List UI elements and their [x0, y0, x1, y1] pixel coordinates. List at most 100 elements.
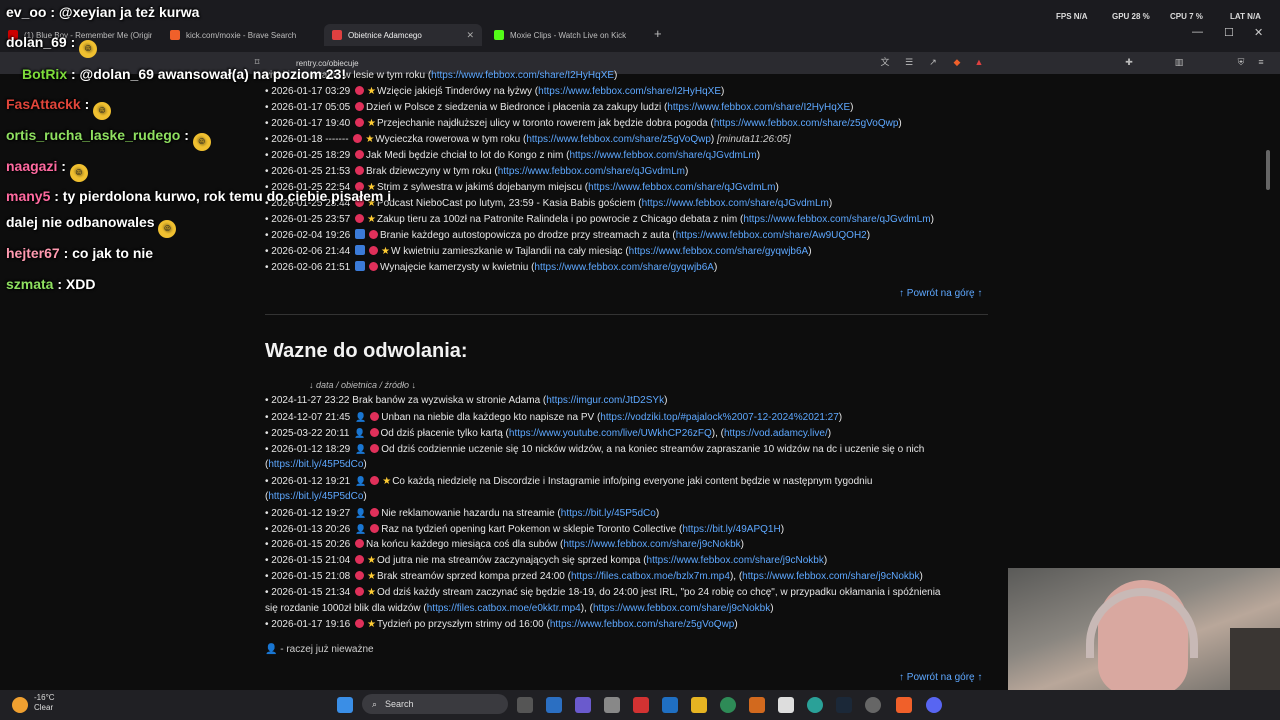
sidebar-icon[interactable]: ▥ [1172, 55, 1186, 69]
section-heading: Wazne do odwolania: [265, 340, 468, 362]
source-link[interactable]: https://www.youtube.com/live/UWkhCP26zFQ [509, 428, 712, 439]
app-icon-8[interactable] [865, 697, 881, 713]
app-icon-2[interactable] [575, 697, 591, 713]
app-icon-5[interactable] [720, 697, 736, 713]
list-item: • 2026-01-12 18:29 👤 Od dziś codziennie u… [265, 441, 924, 458]
source-link[interactable]: https://www.febbox.com/share/j9cNokbk [563, 539, 740, 550]
new-tab-button[interactable]: + [654, 26, 662, 41]
chat-text: : [184, 127, 189, 143]
brave-shield-icon[interactable]: ◆ [950, 55, 964, 69]
source-link[interactable]: https://www.febbox.com/share/gyqwjb6A [534, 262, 714, 273]
emote-icon: ☺ [192, 133, 211, 151]
chat-username: ev_oo [6, 4, 51, 20]
entry-text: Co każdą niedzielę na Discordzie i Insta… [392, 476, 873, 487]
entry-punct: ) [780, 524, 785, 535]
maximize-button[interactable]: ☐ [1224, 26, 1234, 39]
entry-punct: ), ( [729, 571, 743, 582]
source-link-2[interactable]: https://vod.adamcy.live/ [724, 428, 828, 439]
share-icon[interactable]: ↗ [926, 55, 940, 69]
start-icon[interactable] [337, 697, 353, 713]
entry-punct: ) [919, 571, 923, 582]
steam-icon[interactable] [836, 697, 852, 713]
gpu-readout: GPU 28 % [1112, 12, 1150, 21]
minimize-button[interactable]: — [1192, 26, 1203, 38]
source-link[interactable]: https://www.febbox.com/share/qJGvdmLm [642, 198, 829, 209]
chat-text: : ty pierdolona kurwo, rok temu do ciebi… [54, 188, 392, 204]
reader-icon[interactable]: ☰ [902, 55, 916, 69]
emote-icon: ☺ [79, 40, 98, 58]
weather-widget[interactable]: -16°C Clear [34, 693, 55, 713]
app-icon-6[interactable] [749, 697, 765, 713]
extensions-icon[interactable]: ✚ [1122, 55, 1136, 69]
emote-icon: ☺ [93, 102, 112, 120]
source-link-2[interactable]: https://www.febbox.com/share/j9cNokbk [593, 603, 770, 614]
chat-message: many5 : ty pierdolona kurwo, rok temu do… [6, 188, 391, 204]
vpn-icon[interactable]: ⛨ [1234, 55, 1248, 69]
translate-icon[interactable]: 文 [878, 55, 892, 69]
source-link[interactable]: https://bit.ly/45P5dCo [561, 508, 656, 519]
app-icon-1[interactable] [546, 697, 562, 713]
brave-taskbar-icon[interactable] [896, 697, 912, 713]
entry-date: • 2026-01-15 21:08 [265, 571, 354, 582]
source-link[interactable]: https://files.catbox.moe/e0kktr.mp4 [427, 603, 581, 614]
discord-icon[interactable] [926, 697, 942, 713]
chat-message: BotRix : @dolan_69 awansował(a) na pozio… [22, 66, 346, 82]
entry-text: się rozdanie 1000zł blik dla widzów ( [265, 603, 427, 614]
menu-icon[interactable]: ≡ [1254, 55, 1268, 69]
source-link[interactable]: https://imgur.com/JtD2SYk [546, 395, 664, 406]
list-item: • 2024-12-07 21:45 👤 Unban na niebie dla … [265, 409, 842, 426]
entry-punct: ) [808, 246, 812, 257]
app-icon-3[interactable] [604, 697, 620, 713]
entry-punct: ) [866, 230, 871, 241]
weather-icon[interactable] [12, 697, 28, 713]
source-link[interactable]: https://bit.ly/45P5dCo [268, 491, 363, 502]
source-link[interactable]: https://bit.ly/49APQ1H [682, 524, 780, 535]
entry-punct: ) [713, 262, 718, 273]
person-icon: 👤 [355, 524, 367, 534]
close-window-button[interactable]: ✕ [1254, 26, 1263, 39]
source-link[interactable]: https://www.febbox.com/share/z5gVoQwp [550, 619, 735, 630]
entry-date: • 2026-01-12 19:27 [265, 508, 354, 519]
source-link[interactable]: https://www.febbox.com/share/I2HyHqXE [667, 102, 850, 113]
source-link[interactable]: https://vodziki.top/#pajalock%2007-12-20… [600, 412, 839, 423]
entry-text: Od dziś płacenie tylko kartą ( [380, 428, 509, 439]
app-icon-4[interactable] [633, 697, 649, 713]
source-link[interactable]: https://www.febbox.com/share/qJGvdmLm [498, 166, 685, 177]
entry-date: • 2026-01-15 21:04 [265, 555, 354, 566]
source-link[interactable]: https://www.febbox.com/share/qJGvdmLm [569, 150, 756, 161]
chat-text: : @xeyian ja też kurwa [50, 4, 200, 20]
source-link[interactable]: https://www.febbox.com/share/gyqwjb6A [629, 246, 809, 257]
outlook-icon[interactable] [662, 697, 678, 713]
source-link-2[interactable]: https://www.febbox.com/share/j9cNokbk [742, 571, 919, 582]
chat-message: FasAttackk : ☺ [6, 96, 112, 120]
footnote: 👤 - raczej już nieważne [265, 644, 374, 655]
file-explorer-icon[interactable] [691, 697, 707, 713]
task-view-icon[interactable] [517, 697, 533, 713]
star-icon: ★ [367, 619, 376, 630]
list-item: • 2026-01-13 20:26 👤 Raz na tydzień openi… [265, 521, 784, 538]
entry-punct: ) [664, 395, 668, 406]
tab-kick[interactable]: Moxie Clips - Watch Live on Kick [486, 24, 646, 46]
entry-text: Od dziś codziennie uczenie się 10 nicków… [381, 444, 925, 455]
source-link[interactable]: https://files.catbox.moe/bzlx7m.mp4 [571, 571, 730, 582]
source-link[interactable]: https://bit.ly/45P5dCo [268, 459, 363, 470]
rewards-icon[interactable]: ▲ [972, 55, 986, 69]
app-icon-7[interactable] [807, 697, 823, 713]
back-to-top-link-2[interactable]: ↑ Powrót na górę ↑ [899, 672, 982, 683]
close-tab-icon[interactable]: ✕ [466, 30, 474, 41]
source-link[interactable]: https://www.febbox.com/share/z5gVoQwp [526, 134, 711, 145]
source-link[interactable]: https://www.febbox.com/share/I2HyHqXE [538, 86, 721, 97]
entry-punct: ) [756, 150, 761, 161]
back-to-top-link[interactable]: ↑ Powrót na górę ↑ [899, 288, 982, 299]
scrollbar[interactable] [1266, 150, 1270, 190]
source-link[interactable]: https://www.febbox.com/share/Aw9UQOH2 [676, 230, 867, 241]
source-link[interactable]: https://www.febbox.com/share/z5gVoQwp [714, 118, 899, 129]
source-link[interactable]: https://www.febbox.com/share/j9cNokbk [647, 555, 824, 566]
entry-punct: ) [770, 603, 774, 614]
chat-text: : co jak to nie [63, 245, 154, 261]
source-link[interactable]: https://www.febbox.com/share/qJGvdmLm [588, 182, 775, 193]
notepad-icon[interactable] [778, 697, 794, 713]
red-dot-icon [370, 524, 380, 533]
taskbar-search[interactable]: ⌕ Search [362, 694, 508, 714]
source-link[interactable]: https://www.febbox.com/share/qJGvdmLm [743, 214, 930, 225]
